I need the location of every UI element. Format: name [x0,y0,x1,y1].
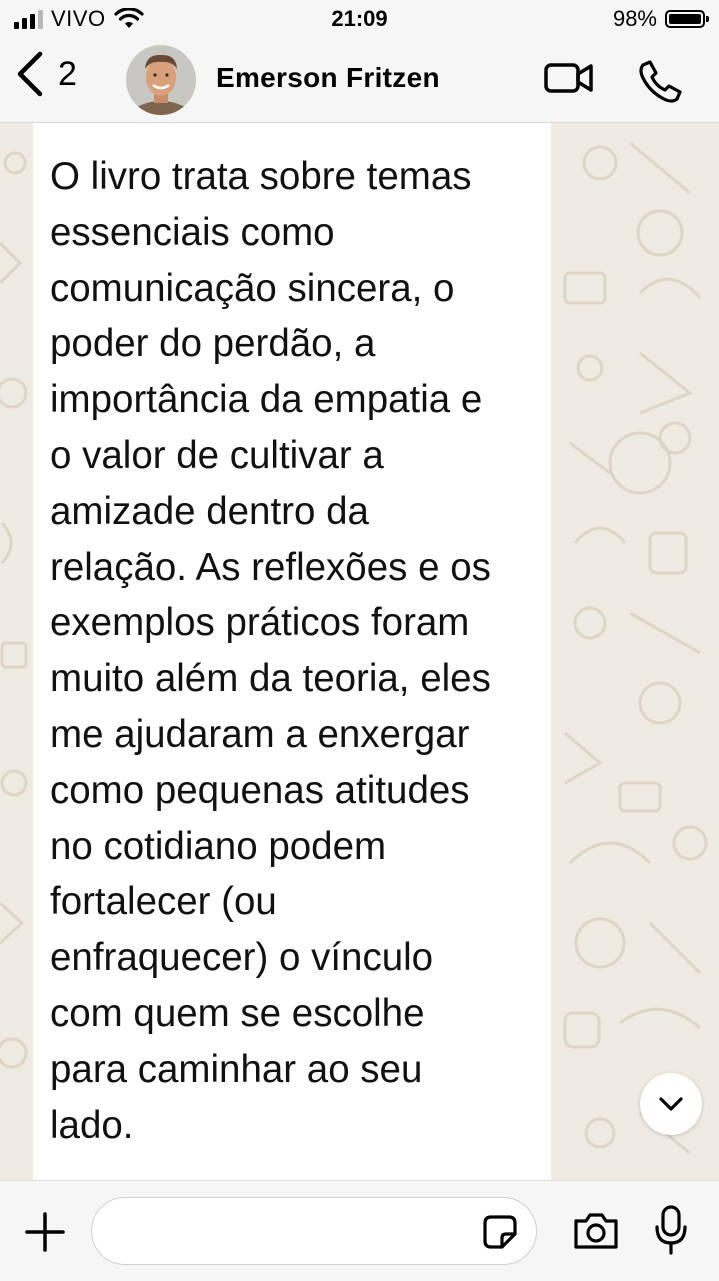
attach-button[interactable] [24,1211,66,1258]
chat-header: 2 Emerson Fritzen [0,40,719,123]
message-line: como pequenas atitudes [50,768,470,812]
status-time: 21:09 [331,6,388,31]
message-line: enfraquecer) o vínculo [50,936,434,980]
video-call-icon [544,63,593,93]
battery-icon [665,10,709,28]
sticker-icon [483,1215,517,1249]
chevron-down-icon [659,1097,683,1111]
sticker-button[interactable] [482,1214,518,1255]
message-line: importância da empatia e [50,378,483,422]
unread-count: 2 [58,54,77,93]
message-line: me ajudaram a enxergar [50,712,470,756]
message-line: comunicação sincera, o [50,266,455,310]
message-line: relação. As reflexões e os [50,545,491,589]
message-line: com quem se escolhe [50,991,425,1035]
message-line: para caminhar ao seu [50,1047,423,1091]
message-input[interactable] [92,1198,502,1264]
message-line: amizade dentro da [50,489,369,533]
contact-photo [126,45,196,115]
video-call-button[interactable] [543,58,595,103]
message-line: exemplos práticos foram [50,601,470,645]
message-input-container[interactable] [91,1197,537,1265]
message-text: O livro trata sobre temas essenciais como… [50,149,551,1153]
scroll-to-bottom-button[interactable] [640,1073,702,1135]
chat-area[interactable]: O livro trata sobre temas essenciais como… [0,123,719,1180]
contact-name[interactable]: Emerson Fritzen [216,62,440,94]
back-button[interactable]: 2 [14,50,77,98]
message-line: fortalecer (ou [50,880,277,924]
phone-icon [639,60,682,103]
message-line: no cotidiano podem [50,824,387,868]
voice-call-button[interactable] [638,58,684,109]
plus-icon [25,1212,65,1252]
microphone-icon [655,1205,687,1255]
microphone-button[interactable] [654,1205,688,1260]
camera-button[interactable] [572,1211,620,1256]
input-bar [0,1180,719,1281]
battery-percent: 98% [612,6,657,31]
message-line: essenciais como [50,210,335,254]
message-line: lado. [50,1103,134,1147]
message-line: poder do perdão, a [50,322,376,366]
message-line: o valor de cultivar a [50,433,384,477]
message-line: O livro trata sobre temas [50,155,472,198]
message-bubble[interactable]: O livro trata sobre temas essenciais como… [33,123,551,1180]
avatar[interactable] [126,45,196,115]
status-bar: VIVO 21:09 98% [0,0,719,40]
camera-icon [574,1213,618,1249]
message-line: muito além da teoria, eles [50,657,491,701]
chevron-left-icon [17,51,43,97]
status-right: 98% [612,6,709,32]
